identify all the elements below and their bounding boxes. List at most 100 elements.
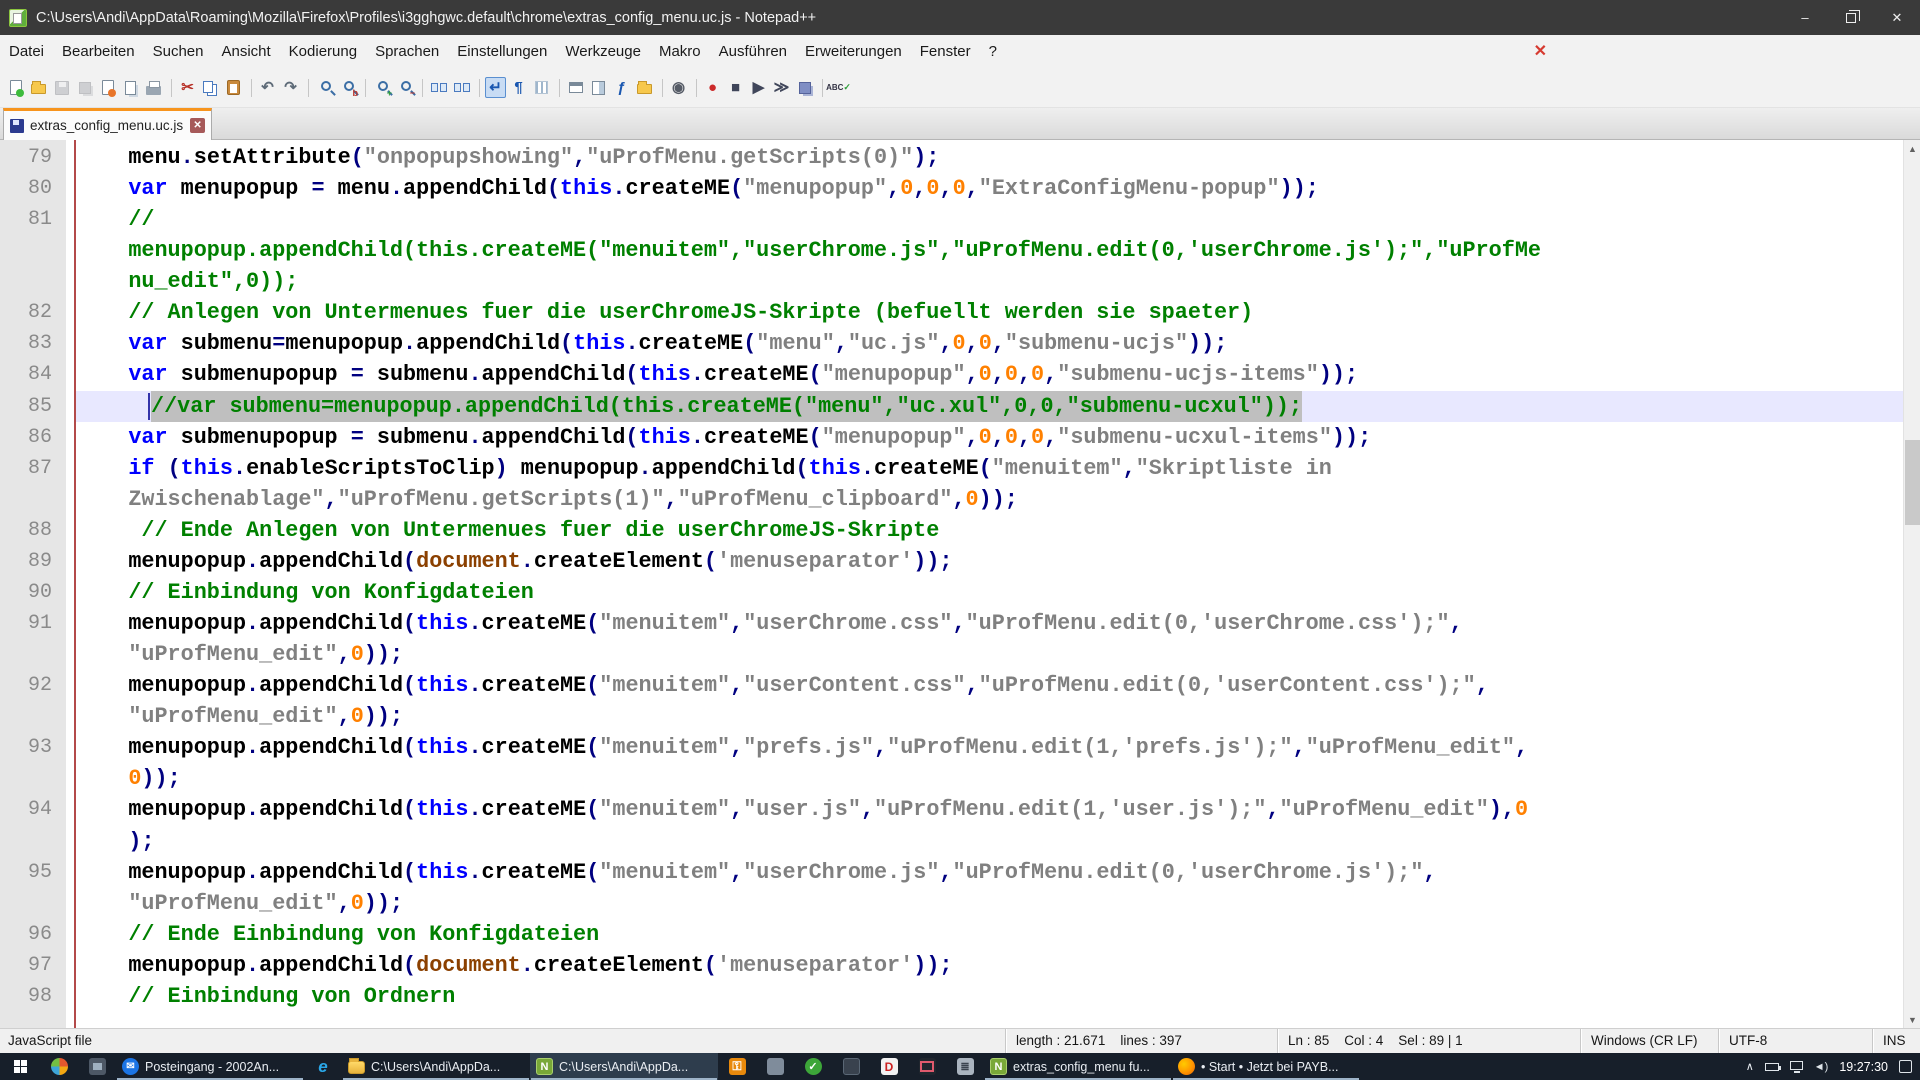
orange-app-icon[interactable]: ⚿ bbox=[718, 1053, 756, 1080]
code-row[interactable]: 0)); bbox=[76, 763, 1903, 794]
notification-center-icon[interactable] bbox=[1899, 1060, 1912, 1073]
vertical-scrollbar[interactable]: ▲ ▼ bbox=[1903, 140, 1920, 1028]
show-all-characters-icon[interactable]: ¶ bbox=[508, 77, 529, 98]
code-row[interactable]: menupopup.appendChild(document.createEle… bbox=[76, 546, 1903, 577]
print-icon[interactable] bbox=[143, 77, 164, 98]
menu-item-erweiterungen[interactable]: Erweiterungen bbox=[796, 35, 911, 68]
macro-stop-icon[interactable]: ■ bbox=[725, 77, 746, 98]
redo-icon[interactable]: ↷ bbox=[280, 77, 301, 98]
tray-chevron-icon[interactable]: ∧ bbox=[1746, 1060, 1754, 1073]
code-row[interactable]: menupopup.appendChild(this.createME("men… bbox=[76, 670, 1903, 701]
new-file-icon[interactable] bbox=[5, 77, 26, 98]
code-row[interactable]: menupopup.appendChild(this.createME("men… bbox=[76, 608, 1903, 639]
editor[interactable]: 7980818283848586878889909192939495969798… bbox=[0, 140, 1920, 1028]
menu-item-?[interactable]: ? bbox=[980, 35, 1006, 68]
paint-app-icon[interactable] bbox=[40, 1053, 78, 1080]
photos-app-icon[interactable] bbox=[78, 1053, 116, 1080]
menu-item-makro[interactable]: Makro bbox=[650, 35, 710, 68]
code-row[interactable]: menu.setAttribute("onpopupshowing","uPro… bbox=[76, 142, 1903, 173]
save-all-icon[interactable] bbox=[74, 77, 95, 98]
taskbar-notepadpp-button[interactable]: NC:\Users\Andi\AppDa... bbox=[530, 1053, 718, 1080]
sync-horizontal-icon[interactable] bbox=[451, 77, 472, 98]
menu-item-ansicht[interactable]: Ansicht bbox=[212, 35, 279, 68]
close-icon[interactable]: ✕ bbox=[1874, 0, 1920, 35]
indent-guide-icon[interactable] bbox=[531, 77, 552, 98]
scroll-down-icon[interactable]: ▼ bbox=[1904, 1011, 1920, 1028]
code-row[interactable]: menupopup.appendChild(this.createME("men… bbox=[76, 235, 1903, 266]
macro-save-icon[interactable] bbox=[794, 77, 815, 98]
taskbar-mail-button[interactable]: ✉Posteingang - 2002An... bbox=[116, 1053, 304, 1080]
word-wrap-icon[interactable]: ↵ bbox=[485, 77, 506, 98]
replace-icon[interactable]: b bbox=[337, 77, 358, 98]
document-map-icon[interactable] bbox=[588, 77, 609, 98]
battery-icon[interactable] bbox=[1765, 1063, 1779, 1071]
book-app-icon[interactable] bbox=[946, 1053, 984, 1080]
spell-check-icon[interactable]: ABC bbox=[828, 77, 849, 98]
code-row[interactable]: "uProfMenu_edit",0)); bbox=[76, 639, 1903, 670]
scrollbar-thumb[interactable] bbox=[1905, 440, 1920, 525]
code-row[interactable]: "uProfMenu_edit",0)); bbox=[76, 888, 1903, 919]
menu-item-sprachen[interactable]: Sprachen bbox=[366, 35, 448, 68]
taskbar-explorer-button[interactable]: C:\Users\Andi\AppDa... bbox=[342, 1053, 530, 1080]
close-all-icon[interactable] bbox=[120, 77, 141, 98]
speaker-icon[interactable]: ◄) bbox=[1814, 1061, 1829, 1073]
taskbar-clock[interactable]: 19:27:30 bbox=[1839, 1060, 1888, 1074]
start-button-icon[interactable] bbox=[0, 1053, 40, 1080]
code-row[interactable]: // Einbindung von Ordnern bbox=[76, 981, 1903, 1012]
restore-icon[interactable] bbox=[1828, 0, 1874, 35]
find-icon[interactable] bbox=[314, 77, 335, 98]
status-insert-mode[interactable]: INS bbox=[1872, 1029, 1920, 1054]
code-row[interactable]: var menupopup = menu.appendChild(this.cr… bbox=[76, 173, 1903, 204]
zoom-out-icon[interactable]: − bbox=[394, 77, 415, 98]
menu-item-datei[interactable]: Datei bbox=[0, 35, 53, 68]
menu-item-fenster[interactable]: Fenster bbox=[911, 35, 980, 68]
function-list-icon[interactable]: ƒ bbox=[611, 77, 632, 98]
code-row[interactable]: menupopup.appendChild(this.createME("men… bbox=[76, 857, 1903, 888]
antivirus-icon[interactable]: ✓ bbox=[794, 1053, 832, 1080]
code-area[interactable]: menu.setAttribute("onpopupshowing","uPro… bbox=[76, 140, 1903, 1028]
code-row[interactable]: var submenupopup = submenu.appendChild(t… bbox=[76, 422, 1903, 453]
code-row[interactable]: nu_edit",0)); bbox=[76, 266, 1903, 297]
code-row[interactable]: // Ende Einbindung von Konfigdateien bbox=[76, 919, 1903, 950]
edge-icon[interactable]: e bbox=[304, 1053, 342, 1080]
copy-icon[interactable] bbox=[200, 77, 221, 98]
zoom-in-icon[interactable]: + bbox=[371, 77, 392, 98]
code-row[interactable]: menupopup.appendChild(this.createME("men… bbox=[76, 794, 1903, 825]
macro-record-icon[interactable]: ● bbox=[702, 77, 723, 98]
save-file-icon[interactable] bbox=[51, 77, 72, 98]
code-row[interactable]: // Ende Anlegen von Untermenues fuer die… bbox=[76, 515, 1903, 546]
minimize-icon[interactable]: – bbox=[1782, 0, 1828, 35]
menu-item-suchen[interactable]: Suchen bbox=[144, 35, 213, 68]
tab-extras-config-menu[interactable]: extras_config_menu.uc.js ✕ bbox=[3, 108, 212, 140]
tab-close-icon[interactable]: ✕ bbox=[190, 118, 205, 133]
user-defined-dialog-icon[interactable] bbox=[565, 77, 586, 98]
sync-vertical-icon[interactable] bbox=[428, 77, 449, 98]
code-row[interactable]: menupopup.appendChild(document.createEle… bbox=[76, 950, 1903, 981]
open-file-icon[interactable] bbox=[28, 77, 49, 98]
dictionary-app-icon[interactable]: D bbox=[870, 1053, 908, 1080]
dark-app-icon[interactable] bbox=[832, 1053, 870, 1080]
cut-icon[interactable]: ✂ bbox=[177, 77, 198, 98]
code-row[interactable]: Zwischenablage","uProfMenu.getScripts(1)… bbox=[76, 484, 1903, 515]
code-row[interactable]: ); bbox=[76, 826, 1903, 857]
code-row[interactable]: var submenu=menupopup.appendChild(this.c… bbox=[76, 328, 1903, 359]
taskbar-firefox-button[interactable]: • Start • Jetzt bei PAYB... bbox=[1172, 1053, 1360, 1080]
menu-item-werkzeuge[interactable]: Werkzeuge bbox=[556, 35, 650, 68]
document-close-x-icon[interactable]: ✕ bbox=[1526, 35, 1555, 68]
code-row[interactable]: // Anlegen von Untermenues fuer die user… bbox=[76, 297, 1903, 328]
remote-app-icon[interactable] bbox=[908, 1053, 946, 1080]
code-row[interactable]: menupopup.appendChild(this.createME("men… bbox=[76, 732, 1903, 763]
macro-run-multiple-icon[interactable]: ≫ bbox=[771, 77, 792, 98]
monitoring-eye-icon[interactable]: ◉ bbox=[668, 77, 689, 98]
code-row[interactable]: //var submenu=menupopup.appendChild(this… bbox=[76, 391, 1903, 422]
code-row[interactable]: // Einbindung von Konfigdateien bbox=[76, 577, 1903, 608]
undo-icon[interactable]: ↶ bbox=[257, 77, 278, 98]
status-encoding[interactable]: UTF-8 bbox=[1718, 1029, 1872, 1054]
menu-item-einstellungen[interactable]: Einstellungen bbox=[448, 35, 556, 68]
folder-as-workspace-icon[interactable] bbox=[634, 77, 655, 98]
scroll-up-icon[interactable]: ▲ bbox=[1904, 140, 1920, 157]
network-icon[interactable] bbox=[1790, 1061, 1803, 1070]
taskbar-notepadpp2-button[interactable]: Nextras_config_menu fu... bbox=[984, 1053, 1172, 1080]
macro-play-icon[interactable]: ▶ bbox=[748, 77, 769, 98]
menu-item-bearbeiten[interactable]: Bearbeiten bbox=[53, 35, 144, 68]
